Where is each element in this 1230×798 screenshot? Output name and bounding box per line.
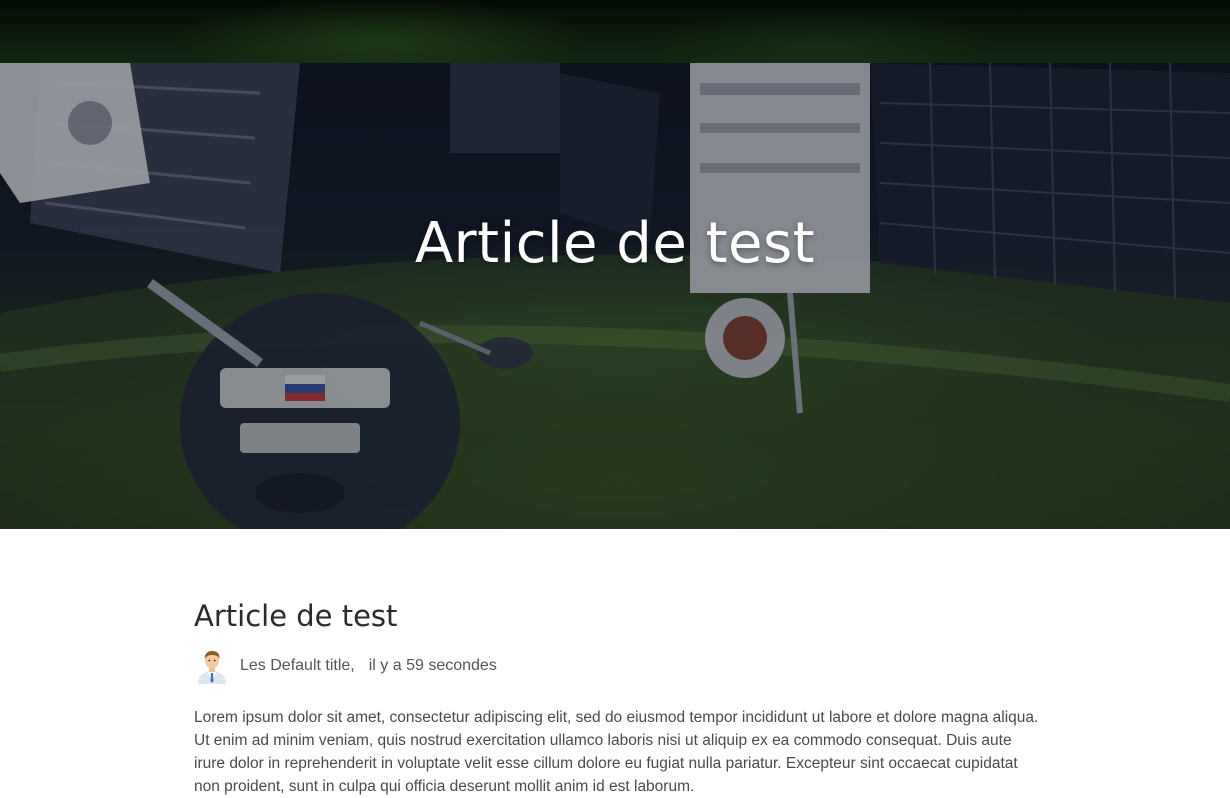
user-avatar-icon xyxy=(194,648,230,684)
article-timestamp: il y a 59 secondes xyxy=(368,657,497,674)
article-author: Les Default title, xyxy=(240,657,355,674)
hero-banner: Article de test xyxy=(0,63,1230,529)
hero-overlay xyxy=(0,63,1230,529)
article-meta: Les Default title, il y a 59 secondes xyxy=(194,648,497,684)
article-content: Article de test Les Default title, il y … xyxy=(194,596,1044,795)
top-navigation-bar xyxy=(0,0,1230,63)
article-title: Article de test xyxy=(194,599,398,633)
hero-title: Article de test xyxy=(414,211,816,276)
article-body: Lorem ipsum dolor sit amet, consectetur … xyxy=(194,709,1039,795)
